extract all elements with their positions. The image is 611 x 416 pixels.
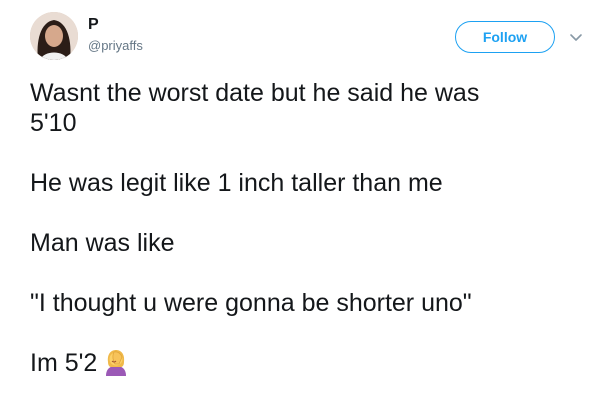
avatar[interactable] xyxy=(30,12,78,60)
chevron-down-icon[interactable] xyxy=(568,29,584,45)
tweet-line-last: Im 5'2 xyxy=(30,348,590,378)
follow-button[interactable]: Follow xyxy=(455,21,555,53)
tweet-text: Wasnt the worst date but he said he was … xyxy=(30,78,590,378)
woman-facepalming-emoji-icon xyxy=(103,348,129,376)
tweet-line: Im 5'2 xyxy=(30,349,98,377)
tweet-line: He was legit like 1 inch taller than me xyxy=(30,169,443,197)
tweet-header: P @priyaffs Follow xyxy=(30,12,590,68)
tweet-line: "I thought u were gonna be shorter uno" xyxy=(30,289,472,317)
tweet-line: 5'10 xyxy=(30,109,77,137)
avatar-image xyxy=(30,12,78,60)
tweet-line: Wasnt the worst date but he said he was xyxy=(30,79,480,107)
author-name[interactable]: P xyxy=(88,15,99,35)
tweet-line: Man was like xyxy=(30,229,175,257)
author-handle[interactable]: @priyaffs xyxy=(88,37,143,55)
